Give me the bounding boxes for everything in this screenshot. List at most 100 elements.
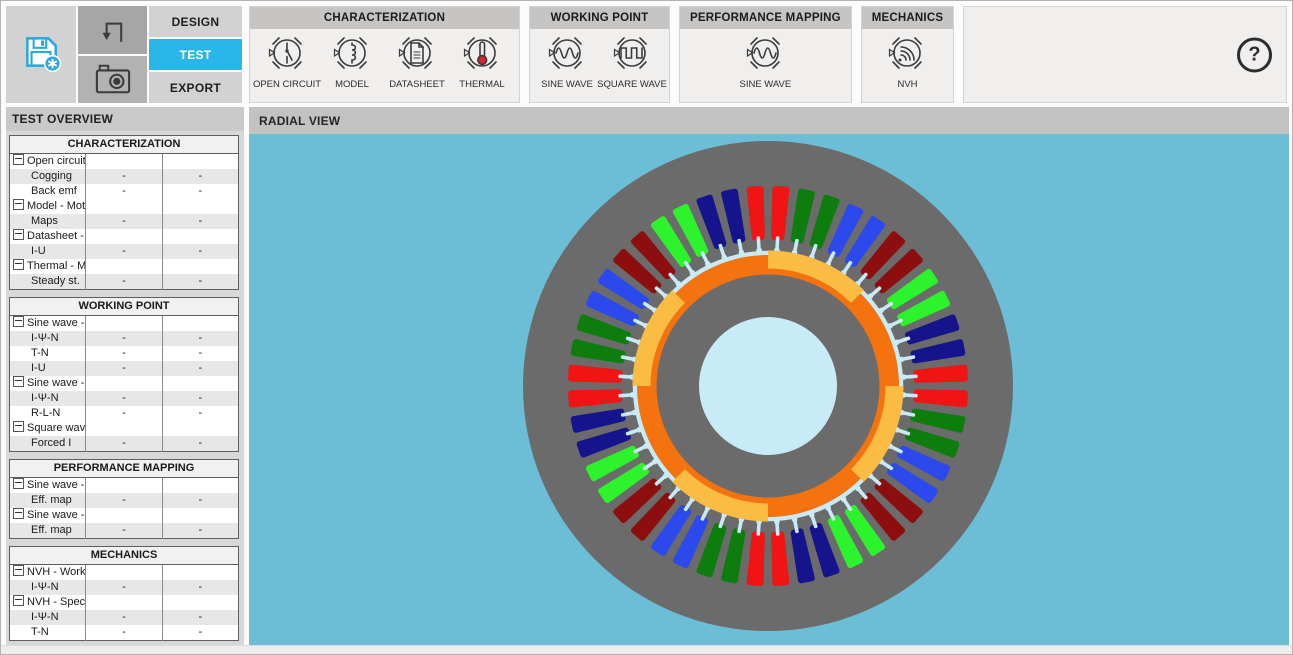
group-performance-mapping: PERFORMANCE MAPPING SINE WAVE <box>679 6 852 103</box>
save-button[interactable] <box>20 31 62 78</box>
collapse-expander-icon[interactable] <box>13 508 24 519</box>
collapse-expander-icon[interactable] <box>13 154 24 165</box>
test-value: - <box>86 625 162 641</box>
radial-view-canvas[interactable] <box>249 134 1289 645</box>
test-row[interactable]: Cogging-- <box>10 169 239 184</box>
test-row[interactable]: I-Ψ-N-- <box>10 580 239 595</box>
test-row[interactable]: I-U-- <box>10 244 239 259</box>
test-value: - <box>162 169 238 184</box>
section-header: CHARACTERIZATION <box>10 136 239 154</box>
radial-view-title: RADIAL VIEW <box>249 107 1289 134</box>
test-value: - <box>86 361 162 376</box>
collapse-expander-icon[interactable] <box>13 199 24 210</box>
collapse-expander-icon[interactable] <box>13 478 24 489</box>
save-panel <box>6 6 76 103</box>
collapse-expander-icon[interactable] <box>13 229 24 240</box>
test-button-label: OPEN CIRCUIT <box>253 79 321 90</box>
test-overview-sections: CHARACTERIZATIONOpen circuit - Motor & .… <box>6 131 244 641</box>
group-mechanics: MECHANICS NVH <box>861 6 954 103</box>
slot-winding <box>772 189 786 238</box>
test-group-row[interactable]: Datasheet - Motor <box>10 229 239 244</box>
test-group-row[interactable]: NVH - Spectrogram <box>10 595 239 610</box>
test-value: - <box>86 274 162 290</box>
test-group-row[interactable]: Sine wave - Motor <box>10 316 239 332</box>
test-value <box>86 316 162 332</box>
collapse-expander-icon[interactable] <box>13 565 24 576</box>
test-button-model[interactable]: MODEL <box>321 31 383 90</box>
test-row[interactable]: I-Ψ-N-- <box>10 391 239 406</box>
return-arrow-button[interactable] <box>78 6 147 54</box>
test-group-row[interactable]: NVH - Working Point <box>10 565 239 581</box>
test-button-sine-wave[interactable]: SINE WAVE <box>734 31 796 90</box>
test-value: - <box>162 436 238 452</box>
return-arrow-icon <box>93 10 133 50</box>
test-button-label: SINE WAVE <box>740 79 792 90</box>
test-value: - <box>162 523 238 539</box>
test-row[interactable]: T-N-- <box>10 346 239 361</box>
test-button-datasheet[interactable]: DATASHEET <box>386 31 448 90</box>
collapse-expander-icon[interactable] <box>13 595 24 606</box>
test-row[interactable]: I-U-- <box>10 361 239 376</box>
test-group-row[interactable]: Square wave - Motor <box>10 421 239 436</box>
test-value <box>86 508 162 523</box>
test-label: I-U <box>10 361 86 376</box>
test-label: Sine wave - Motor <box>10 316 86 332</box>
test-row[interactable]: Eff. map-- <box>10 493 239 508</box>
tab-export[interactable]: EXPORT <box>149 72 242 103</box>
test-button-open-circuit[interactable]: OPEN CIRCUIT <box>256 31 318 90</box>
test-row[interactable]: Maps-- <box>10 214 239 229</box>
toolbar-right-panel: ? <box>963 6 1287 103</box>
screenshot-button[interactable] <box>78 56 147 104</box>
collapse-expander-icon[interactable] <box>13 421 24 432</box>
test-row[interactable]: T-N-- <box>10 625 239 641</box>
test-row[interactable]: I-Ψ-N-- <box>10 610 239 625</box>
test-button-square-wave[interactable]: SQUARE WAVE <box>601 31 663 90</box>
collapse-expander-icon[interactable] <box>13 316 24 327</box>
collapse-expander-icon[interactable] <box>13 376 24 387</box>
collapse-expander-icon[interactable] <box>13 259 24 270</box>
slot-winding <box>916 390 965 404</box>
test-value <box>162 316 238 332</box>
test-row[interactable]: Steady st.-- <box>10 274 239 290</box>
test-value: - <box>162 346 238 361</box>
section-characterization: CHARACTERIZATIONOpen circuit - Motor & .… <box>9 135 239 290</box>
test-group-row[interactable]: Sine wave - Generator <box>10 508 239 523</box>
test-label: Maps <box>10 214 86 229</box>
test-label: Thermal - Motor & Gen... <box>10 259 86 274</box>
test-label: T-N <box>10 625 86 641</box>
test-group-row[interactable]: Thermal - Motor & Gen... <box>10 259 239 274</box>
test-row[interactable]: I-Ψ-N-- <box>10 331 239 346</box>
test-value <box>86 478 162 494</box>
test-label: Datasheet - Motor <box>10 229 86 244</box>
test-row[interactable]: Forced I-- <box>10 436 239 452</box>
test-value <box>86 565 162 581</box>
test-value <box>86 595 162 610</box>
test-value <box>86 421 162 436</box>
test-group-row[interactable]: Sine wave - Generator <box>10 376 239 391</box>
slot-winding <box>571 390 620 404</box>
test-button-sine-wave[interactable]: SINE WAVE <box>536 31 598 90</box>
tab-test[interactable]: TEST <box>149 39 242 70</box>
test-row[interactable]: Back emf-- <box>10 184 239 199</box>
test-value <box>162 376 238 391</box>
test-value <box>162 478 238 494</box>
slot-winding <box>571 368 620 382</box>
test-row[interactable]: R-L-N-- <box>10 406 239 421</box>
help-button[interactable]: ? <box>1237 37 1272 72</box>
test-button-label: SQUARE WAVE <box>597 79 667 90</box>
test-group-row[interactable]: Model - Motor <box>10 199 239 214</box>
test-group-row[interactable]: Sine wave - Motor <box>10 478 239 494</box>
motor-radial-view <box>249 134 1289 645</box>
test-label: NVH - Working Point <box>10 565 86 581</box>
square-wave-icon <box>610 31 654 80</box>
test-button-thermal[interactable]: THERMAL <box>451 31 513 90</box>
test-label: Eff. map <box>10 523 86 539</box>
test-group-row[interactable]: Open circuit - Motor & ... <box>10 154 239 170</box>
slot-winding <box>750 189 764 238</box>
test-label: Square wave - Motor <box>10 421 86 436</box>
tab-design[interactable]: DESIGN <box>149 6 242 37</box>
test-row[interactable]: Eff. map-- <box>10 523 239 539</box>
test-value: - <box>162 274 238 290</box>
test-button-nvh[interactable]: NVH <box>876 31 938 90</box>
top-toolbar: DESIGNTESTEXPORT CHARACTERIZATION OPEN C… <box>1 1 1292 105</box>
